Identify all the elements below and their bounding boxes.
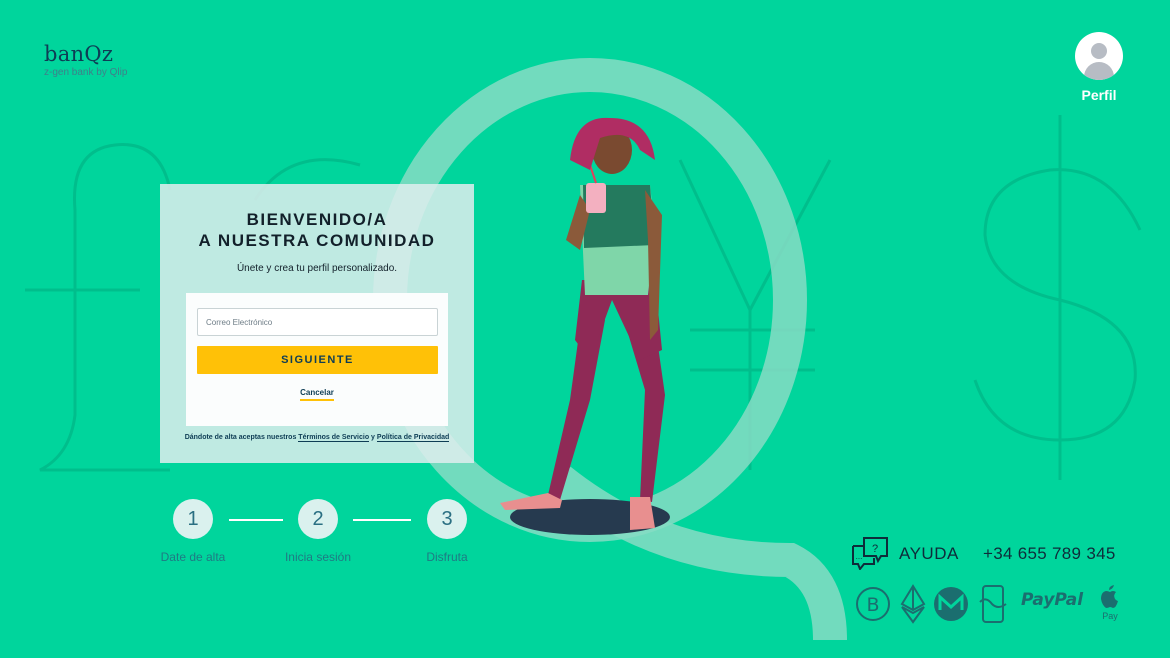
email-field[interactable] (197, 308, 438, 336)
svg-text:?: ? (872, 543, 878, 555)
step-1: 1 Date de alta (143, 499, 243, 564)
step-1-label: Date de alta (160, 550, 226, 564)
step-1-number: 1 (173, 499, 213, 539)
bizum-icon (979, 585, 1007, 623)
cancel-link[interactable]: Cancelar (186, 388, 448, 401)
terms-and: y (369, 434, 377, 441)
dollar-watermark (973, 115, 1142, 480)
help-label[interactable]: AYUDA (899, 544, 959, 564)
avatar-head-icon (1091, 43, 1107, 59)
terms-of-service-link[interactable]: Términos de Servicio (298, 434, 370, 442)
phone-number[interactable]: +34 655 789 345 (983, 544, 1116, 564)
profile-button[interactable]: Perfil (1074, 32, 1124, 103)
yen-watermark (678, 159, 832, 470)
next-button[interactable]: SIGUIENTE (197, 346, 438, 374)
woman-shadow (510, 499, 670, 535)
terms-notice: Dándote de alta aceptas nuestros Término… (160, 434, 474, 442)
apple-pay-label: Pay (1102, 611, 1118, 621)
help-chat-icon[interactable]: ? ... (850, 536, 890, 570)
privacy-policy-link[interactable]: Política de Privacidad (376, 434, 450, 442)
card-title-line1: BIENVENIDO/A (246, 210, 388, 229)
profile-label: Perfil (1081, 87, 1117, 103)
card-subtitle: Únete y crea tu perfil personalizado. (236, 263, 398, 274)
cancel-link-label[interactable]: Cancelar (300, 388, 334, 401)
ethereum-icon (900, 584, 926, 624)
paypal-logo: PayPal (1021, 590, 1084, 610)
step-2-label: Inicia sesión (284, 550, 352, 564)
card-title-line2: A NUESTRA COMUNIDAD (198, 231, 436, 250)
avatar[interactable] (1075, 32, 1123, 80)
step-2: 2 Inicia sesión (268, 499, 368, 564)
step-3-number: 3 (427, 499, 467, 539)
monero-icon (934, 587, 968, 621)
signup-card: BIENVENIDO/A A NUESTRA COMUNIDAD Únete y… (160, 184, 474, 463)
brand-tagline: z-gen bank by Qlip (44, 67, 128, 78)
terms-prefix: Dándote de alta aceptas nuestros (184, 434, 299, 441)
bitcoin-icon: B (856, 587, 890, 621)
brand-logo[interactable]: banQz z-gen bank by Qlip (44, 42, 127, 78)
signup-form: SIGUIENTE Cancelar (186, 293, 448, 426)
brand-name: banQz (44, 42, 114, 66)
svg-text:...: ... (856, 552, 863, 561)
step-3: 3 Disfruta (397, 499, 497, 564)
step-3-label: Disfruta (426, 550, 468, 564)
step-2-number: 2 (298, 499, 338, 539)
svg-text:B: B (866, 594, 879, 616)
apple-pay-icon (1101, 585, 1118, 608)
avatar-body-icon (1084, 62, 1114, 80)
card-title: BIENVENIDO/A A NUESTRA COMUNIDAD (160, 209, 474, 251)
pound-watermark (25, 143, 172, 472)
